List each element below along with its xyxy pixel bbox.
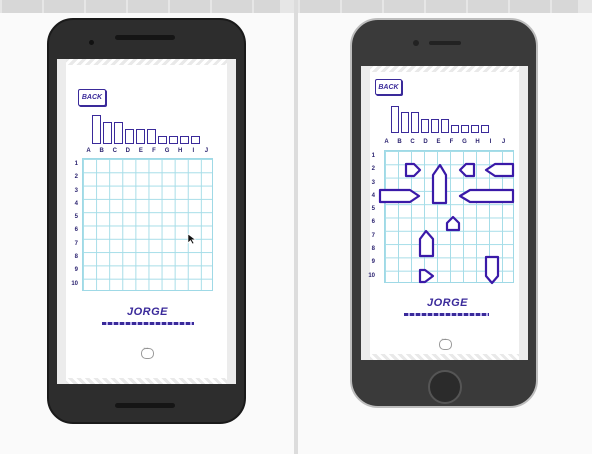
ship-pointer-left xyxy=(458,162,476,178)
ship-horizontal-right xyxy=(378,188,421,204)
ship-pointer-right xyxy=(404,162,422,178)
ship-pointer-right xyxy=(418,268,435,284)
ship-arrow-up xyxy=(445,215,461,232)
ship-horizontal-left xyxy=(484,162,515,178)
player-name-underline xyxy=(404,313,489,316)
ship-layer xyxy=(378,162,515,285)
chat-bubble-icon[interactable] xyxy=(439,336,452,350)
player-name: JORGE xyxy=(426,297,468,309)
ship-vertical-up xyxy=(431,163,448,205)
ship-vertical-down xyxy=(484,255,500,285)
ship-horizontal-left xyxy=(458,188,515,204)
ship-vertical-up xyxy=(418,229,435,258)
